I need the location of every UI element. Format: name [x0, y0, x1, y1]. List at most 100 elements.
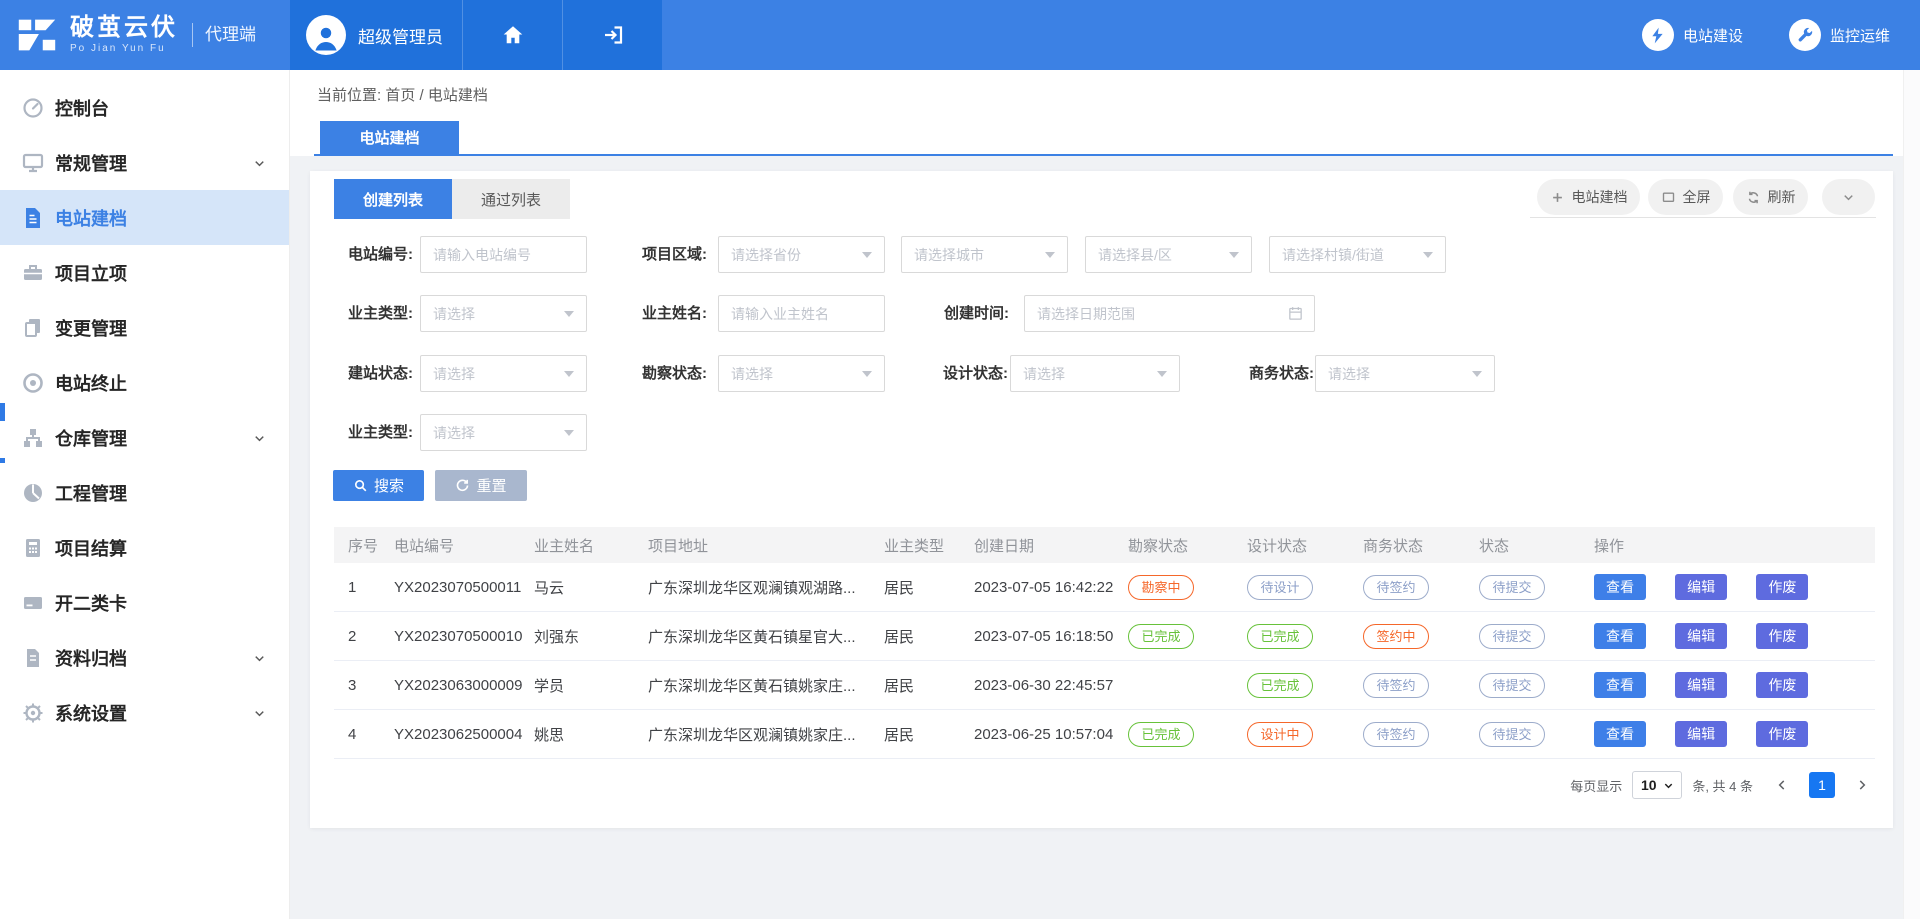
user-block: 超级管理员 [290, 0, 662, 70]
view-button[interactable]: 查看 [1594, 721, 1646, 747]
void-button[interactable]: 作废 [1756, 574, 1808, 600]
cell-status: 待提交 [1476, 624, 1592, 649]
page-scrollbar[interactable] [1903, 70, 1920, 919]
sidebar-scrollbar-thumb[interactable] [0, 403, 5, 421]
filter-label-owner-type-2: 业主类型: [318, 414, 413, 451]
sidebar-item-label: 资料归档 [55, 645, 127, 671]
sidebar-item-warehouse-mgmt[interactable]: 仓库管理 [0, 410, 289, 465]
nav-station-build[interactable]: 电站建设 [1642, 19, 1743, 51]
station-code-input[interactable] [420, 236, 587, 273]
province-select[interactable]: 请选择省份 [718, 236, 885, 273]
view-button[interactable]: 查看 [1594, 574, 1646, 600]
filter-label-build-status: 建站状态: [318, 355, 413, 392]
app-screen: 破茧云伏 Po Jian Yun Fu 代理端 超级管理员 [0, 0, 1920, 919]
home-button[interactable] [462, 0, 562, 70]
owner-type-select-2[interactable]: 请选择 [420, 414, 587, 451]
cell-owner: 学员 [527, 675, 640, 696]
sidebar-item-label: 电站终止 [55, 370, 127, 396]
sidebar-item-change-mgmt[interactable]: 变更管理 [0, 300, 289, 355]
filter-label-owner-type: 业主类型: [318, 295, 413, 332]
view-button[interactable]: 查看 [1594, 623, 1646, 649]
next-page-button[interactable] [1849, 772, 1875, 798]
void-button[interactable]: 作废 [1756, 721, 1808, 747]
tab-underline [314, 154, 1893, 156]
void-button[interactable]: 作废 [1756, 672, 1808, 698]
sidebar-item-project-initiation[interactable]: 项目立项 [0, 245, 289, 300]
sidebar-item-station-termination[interactable]: 电站终止 [0, 355, 289, 410]
breadcrumb-strip: 当前位置: 首页 / 电站建档 电站建档 [290, 70, 1920, 156]
owner-type-select[interactable]: 请选择 [420, 295, 587, 332]
filter-label-owner-name: 业主姓名: [612, 295, 707, 332]
stop-record-icon [21, 371, 45, 395]
prev-page-button[interactable] [1769, 772, 1795, 798]
per-page-select[interactable]: 10 [1632, 771, 1682, 799]
town-select[interactable]: 请选择村镇/街道 [1269, 236, 1446, 273]
edit-button[interactable]: 编辑 [1675, 574, 1727, 600]
build-status-select[interactable]: 请选择 [420, 355, 587, 392]
user-info[interactable]: 超级管理员 [290, 0, 462, 70]
sidebar-item-general-mgmt[interactable]: 常规管理 [0, 135, 289, 190]
city-select-placeholder: 请选择城市 [914, 245, 1045, 265]
caret-down-icon [1663, 780, 1674, 791]
create-station-button[interactable]: 电站建档 [1537, 179, 1640, 215]
edit-button[interactable]: 编辑 [1675, 721, 1727, 747]
cell-seq: 3 [334, 677, 384, 694]
sidebar-item-console[interactable]: 控制台 [0, 80, 289, 135]
search-button[interactable]: 搜索 [333, 470, 424, 501]
sidebar-item-type2-card[interactable]: 开二类卡 [0, 575, 289, 630]
date-range-picker[interactable]: 请选择日期范围 [1024, 295, 1315, 332]
filter-label-design-status: 设计状态: [913, 355, 1008, 392]
design-status-select[interactable]: 请选择 [1010, 355, 1180, 392]
sidebar-scrollbar-thumb[interactable] [0, 458, 5, 463]
cell-created: 2023-06-30 22:45:57 [965, 677, 1125, 694]
sidebar-item-station-archive[interactable]: 电站建档 [0, 190, 289, 245]
page-tab-station-archive[interactable]: 电站建档 [320, 121, 459, 154]
business-status-select[interactable]: 请选择 [1315, 355, 1495, 392]
edit-button[interactable]: 编辑 [1675, 623, 1727, 649]
survey-status-badge: 已完成 [1128, 624, 1194, 649]
caret-down-icon [862, 371, 872, 377]
col-actions: 操作 [1592, 535, 1875, 556]
refresh-button[interactable]: 刷新 [1733, 179, 1808, 215]
chevron-down-icon [1841, 190, 1856, 205]
collapse-toolbar-button[interactable] [1822, 179, 1875, 215]
logout-button[interactable] [562, 0, 662, 70]
edit-button[interactable]: 编辑 [1675, 672, 1727, 698]
owner-name-input[interactable] [718, 295, 885, 332]
sidebar-item-label: 控制台 [55, 95, 109, 121]
cell-design-status: 已完成 [1244, 624, 1360, 649]
survey-status-select[interactable]: 请选择 [718, 355, 885, 392]
void-button[interactable]: 作废 [1756, 623, 1808, 649]
fullscreen-button[interactable]: 全屏 [1648, 179, 1723, 215]
tab-create-list[interactable]: 创建列表 [334, 179, 452, 219]
county-select[interactable]: 请选择县/区 [1085, 236, 1252, 273]
breadcrumb-path[interactable]: 首页 / 电站建档 [385, 87, 488, 104]
design-status-badge: 设计中 [1247, 722, 1313, 747]
sidebar-item-engineering-mgmt[interactable]: 工程管理 [0, 465, 289, 520]
table-row: 4 YX2023062500004 姚思 广东深圳龙华区观澜镇姚家庄... 居民… [334, 710, 1875, 759]
table-row: 1 YX2023070500011 马云 广东深圳龙华区观澜镇观湖路... 居民… [334, 563, 1875, 612]
town-select-placeholder: 请选择村镇/街道 [1282, 245, 1423, 265]
sidebar-item-label: 电站建档 [55, 205, 127, 231]
breadcrumb-label: 当前位置: [317, 87, 381, 104]
cell-actions: 查看 编辑 作废 [1592, 574, 1875, 600]
filter-label-region: 项目区域: [612, 236, 707, 273]
sidebar-item-project-settlement[interactable]: 项目结算 [0, 520, 289, 575]
page-number-active[interactable]: 1 [1809, 772, 1835, 798]
briefcase-icon [21, 261, 45, 285]
business-status-badge: 签约中 [1363, 624, 1429, 649]
view-button[interactable]: 查看 [1594, 672, 1646, 698]
reset-button[interactable]: 重置 [435, 470, 527, 501]
city-select[interactable]: 请选择城市 [901, 236, 1068, 273]
tab-pass-list[interactable]: 通过列表 [452, 179, 570, 219]
table-row: 2 YX2023070500010 刘强东 广东深圳龙华区黄石镇星官大... 居… [334, 612, 1875, 661]
sidebar-item-data-archive[interactable]: 资料归档 [0, 630, 289, 685]
col-code: 电站编号 [384, 535, 527, 556]
gear-icon [21, 701, 45, 725]
dashboard-icon [21, 481, 45, 505]
nav-monitor-ops[interactable]: 监控运维 [1789, 19, 1890, 51]
cell-seq: 2 [334, 628, 384, 645]
cell-owner: 刘强东 [527, 626, 640, 647]
sidebar-item-system-settings[interactable]: 系统设置 [0, 685, 289, 740]
brand-subtitle: Po Jian Yun Fu [70, 44, 178, 54]
